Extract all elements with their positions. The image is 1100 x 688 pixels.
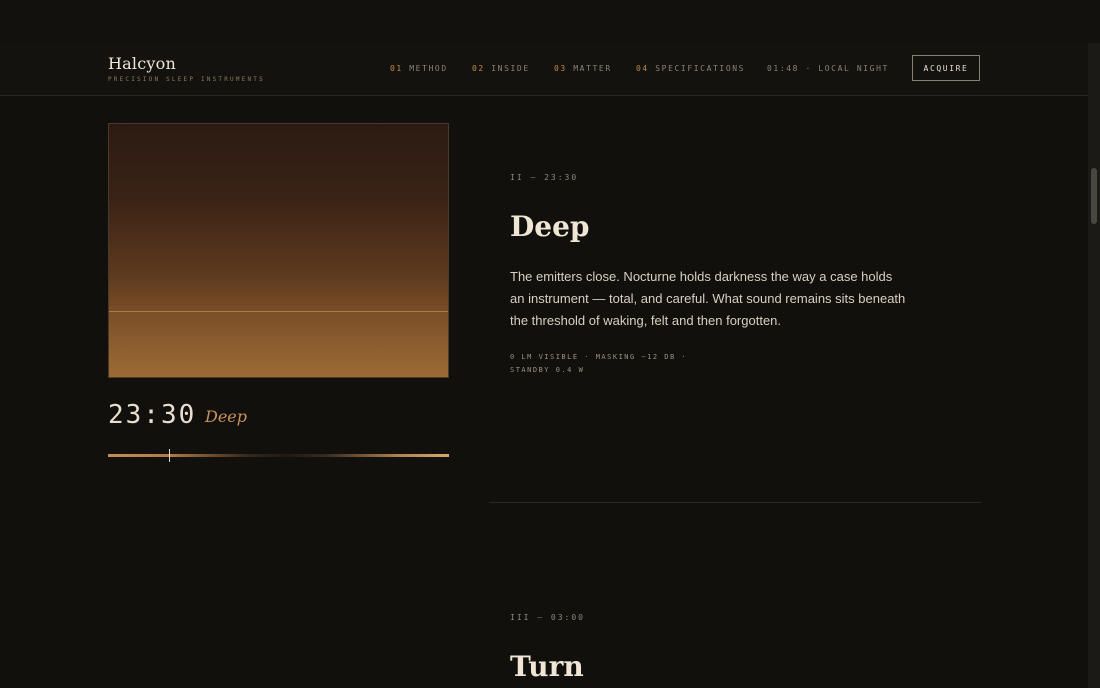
nav-label: INSIDE — [491, 64, 530, 73]
site-header: Halcyon PRECISION SLEEP INSTRUMENTS 01 M… — [0, 43, 1088, 96]
scrollbar[interactable] — [1088, 43, 1100, 688]
phase-name: Deep — [205, 407, 248, 426]
nav-label: SPECIFICATIONS — [655, 64, 746, 73]
section-kicker: III — 03:00 — [510, 613, 585, 622]
nav-item-matter[interactable]: 03 MATTER — [554, 64, 612, 73]
section-title: Deep — [510, 210, 590, 243]
nav-item-inside[interactable]: 02 INSIDE — [472, 64, 530, 73]
browser-top-area — [0, 0, 1100, 43]
section-spec-line: 0 LM VISIBLE · MASKING −12 DB · — [510, 353, 688, 361]
phase-time: 23:30 — [108, 400, 197, 430]
nav-number: 03 — [554, 64, 567, 73]
scrollbar-thumb[interactable] — [1091, 168, 1097, 224]
nav-label: METHOD — [409, 64, 448, 73]
phase-visual — [108, 123, 449, 378]
nav-number: 04 — [636, 64, 649, 73]
nav-item-method[interactable]: 01 METHOD — [390, 64, 448, 73]
local-night-clock: 01:48 · LOCAL NIGHT — [767, 64, 889, 73]
brand-title[interactable]: Halcyon — [108, 54, 176, 73]
acquire-button[interactable]: ACQUIRE — [912, 55, 980, 81]
section-body: The emitters close. Nocturne holds darkn… — [510, 269, 906, 328]
nav-item-specifications[interactable]: 04 SPECIFICATIONS — [636, 64, 745, 73]
nav-label: MATTER — [573, 64, 612, 73]
night-progress-marker[interactable] — [169, 449, 170, 462]
horizon-line — [109, 311, 448, 312]
section-title: Turn — [510, 650, 584, 683]
nav-number: 02 — [472, 64, 485, 73]
brand-subtitle: PRECISION SLEEP INSTRUMENTS — [108, 76, 265, 83]
nav-number: 01 — [390, 64, 403, 73]
section-spec-line: STANDBY 0.4 W — [510, 366, 585, 374]
section-divider — [489, 502, 981, 503]
section-kicker: II — 23:30 — [510, 173, 579, 182]
night-progress-track[interactable] — [108, 454, 449, 457]
